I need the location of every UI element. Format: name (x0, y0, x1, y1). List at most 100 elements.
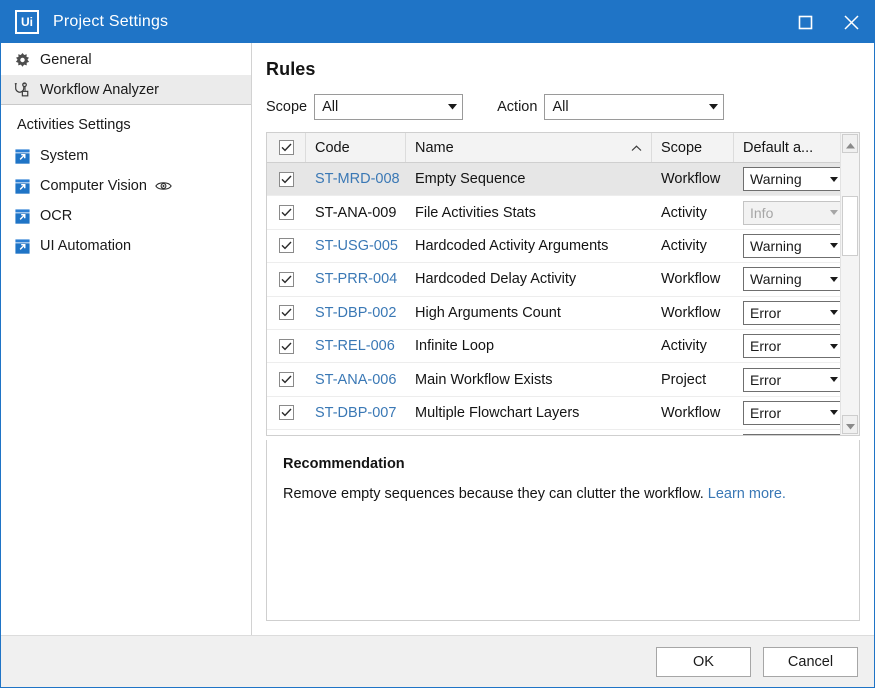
recommendation-title: Recommendation (283, 456, 843, 472)
rule-code-link[interactable]: ST-USG-005 (306, 238, 406, 254)
rule-action-cell: Info (734, 201, 840, 225)
maximize-button[interactable] (782, 1, 828, 43)
package-icon (11, 206, 33, 226)
chevron-down-icon (824, 377, 840, 382)
cancel-button[interactable]: Cancel (763, 647, 858, 677)
sidebar-item-ocr[interactable]: OCR (1, 201, 251, 231)
chevron-down-icon (824, 410, 840, 415)
sidebar-item-ui-automation[interactable]: UI Automation (1, 231, 251, 261)
table-row[interactable]: ST-MRD-008 Empty Sequence Workflow Warni… (267, 163, 840, 196)
chevron-down-icon (824, 277, 840, 282)
row-checkbox[interactable] (279, 205, 294, 220)
table-row-partial[interactable] (267, 430, 840, 435)
row-checkbox-cell[interactable] (267, 272, 306, 287)
default-action-select[interactable]: Error (743, 301, 840, 325)
rule-code-link[interactable]: ST-DBP-007 (306, 405, 406, 421)
rule-code-link[interactable]: ST-PRR-004 (306, 271, 406, 287)
row-checkbox[interactable] (279, 305, 294, 320)
rule-scope: Activity (652, 238, 734, 254)
rule-scope: Activity (652, 338, 734, 354)
sidebar-item-general[interactable]: General (1, 45, 251, 75)
settings-sidebar: General Workflow Analyzer Activities Set… (1, 43, 252, 635)
rules-table-header: Code Name Scope Default a... (267, 133, 840, 163)
sidebar-section-activities-settings: Activities Settings (1, 109, 251, 141)
chevron-down-icon (846, 417, 855, 433)
select-all-checkbox[interactable] (279, 140, 294, 155)
row-checkbox[interactable] (279, 272, 294, 287)
select-all-header[interactable] (267, 133, 306, 162)
row-checkbox-cell[interactable] (267, 372, 306, 387)
sidebar-item-workflow-analyzer[interactable]: Workflow Analyzer (1, 75, 251, 105)
rule-code: ST-ANA-009 (306, 205, 406, 221)
default-action-select[interactable]: Warning (743, 167, 840, 191)
table-vertical-scrollbar[interactable] (840, 133, 859, 435)
table-row[interactable]: ST-DBP-007 Multiple Flowchart Layers Wor… (267, 397, 840, 430)
table-row[interactable]: ST-ANA-009 File Activities Stats Activit… (267, 196, 840, 229)
row-checkbox-cell[interactable] (267, 238, 306, 253)
filter-bar: Scope All Action All (266, 94, 860, 120)
eye-icon[interactable] (155, 180, 172, 192)
row-checkbox[interactable] (279, 172, 294, 187)
ok-button[interactable]: OK (656, 647, 751, 677)
default-action-select[interactable]: Error (743, 401, 840, 425)
scrollbar-track[interactable] (842, 154, 858, 414)
learn-more-link[interactable]: Learn more. (708, 486, 786, 502)
window-title: Project Settings (53, 13, 168, 31)
page-title: Rules (266, 59, 860, 80)
rule-name: Hardcoded Delay Activity (406, 271, 652, 287)
rule-code-link[interactable]: ST-ANA-006 (306, 372, 406, 388)
scope-filter-select[interactable]: All (314, 94, 463, 120)
table-row[interactable]: ST-USG-005 Hardcoded Activity Arguments … (267, 230, 840, 263)
chevron-down-icon (824, 210, 840, 215)
rule-code-link[interactable]: ST-DBP-002 (306, 305, 406, 321)
table-row[interactable]: ST-PRR-004 Hardcoded Delay Activity Work… (267, 263, 840, 296)
default-action-value: Error (744, 305, 824, 321)
chevron-down-icon (824, 177, 840, 182)
row-checkbox-cell[interactable] (267, 305, 306, 320)
row-checkbox-cell[interactable] (267, 205, 306, 220)
chevron-down-icon (824, 310, 840, 315)
sidebar-item-computer-vision[interactable]: Computer Vision (1, 171, 251, 201)
table-row[interactable]: ST-REL-006 Infinite Loop Activity Error (267, 330, 840, 363)
row-checkbox[interactable] (279, 405, 294, 420)
rule-action-cell: Warning (734, 234, 840, 258)
rule-code-link[interactable]: ST-MRD-008 (306, 171, 406, 187)
column-header-name[interactable]: Name (406, 133, 652, 162)
scroll-up-button[interactable] (842, 134, 858, 153)
package-icon (11, 176, 33, 196)
default-action-select[interactable] (743, 434, 840, 435)
rule-name: High Arguments Count (406, 305, 652, 321)
default-action-value: Warning (744, 238, 824, 254)
row-checkbox[interactable] (279, 372, 294, 387)
rule-action-cell: Error (734, 334, 840, 358)
column-header-name-label: Name (415, 140, 454, 156)
close-button[interactable] (828, 1, 874, 43)
default-action-value: Info (744, 205, 824, 221)
sidebar-item-system[interactable]: System (1, 141, 251, 171)
default-action-value: Warning (744, 171, 824, 187)
column-header-code[interactable]: Code (306, 133, 406, 162)
rule-code-link[interactable]: ST-REL-006 (306, 338, 406, 354)
recommendation-panel: Recommendation Remove empty sequences be… (266, 440, 860, 621)
row-checkbox-cell[interactable] (267, 339, 306, 354)
action-filter-select[interactable]: All (544, 94, 724, 120)
rule-action-cell: Error (734, 301, 840, 325)
window-body: General Workflow Analyzer Activities Set… (1, 43, 874, 635)
rule-scope: Project (652, 372, 734, 388)
table-row[interactable]: ST-DBP-002 High Arguments Count Workflow… (267, 297, 840, 330)
scroll-down-button[interactable] (842, 415, 858, 434)
column-header-default-action[interactable]: Default a... (734, 133, 844, 162)
row-checkbox-cell[interactable] (267, 405, 306, 420)
table-row[interactable]: ST-ANA-006 Main Workflow Exists Project … (267, 363, 840, 396)
default-action-select[interactable]: Error (743, 368, 840, 392)
scope-filter-value: All (315, 99, 442, 115)
default-action-select[interactable]: Warning (743, 234, 840, 258)
scrollbar-thumb[interactable] (842, 196, 858, 256)
row-checkbox-cell[interactable] (267, 172, 306, 187)
row-checkbox[interactable] (279, 339, 294, 354)
column-header-scope[interactable]: Scope (652, 133, 734, 162)
default-action-select[interactable]: Error (743, 334, 840, 358)
default-action-select[interactable]: Warning (743, 267, 840, 291)
row-checkbox[interactable] (279, 238, 294, 253)
chevron-down-icon (442, 104, 462, 110)
